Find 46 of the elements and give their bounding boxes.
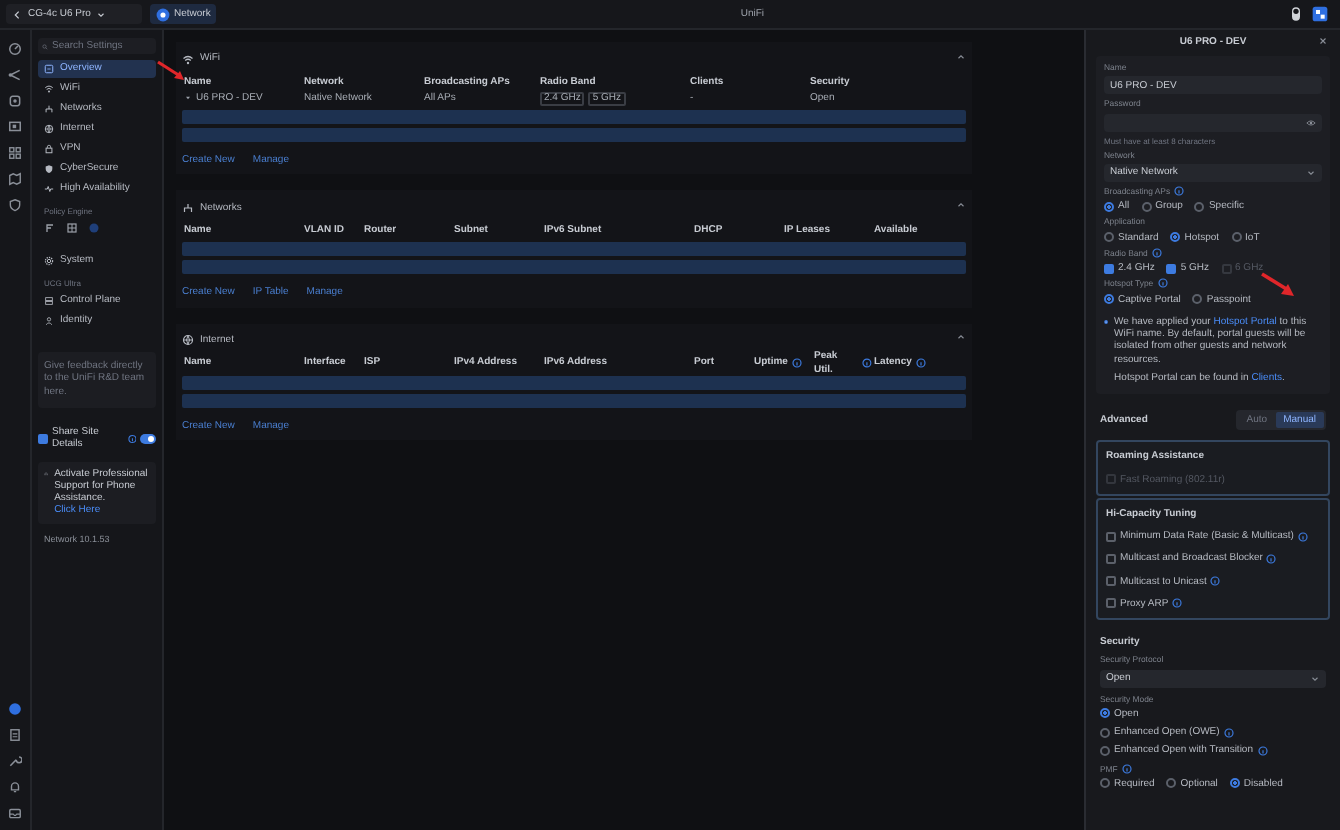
wifi-icon (44, 84, 54, 94)
share-checkbox[interactable] (38, 433, 48, 444)
dashboard-icon (44, 64, 54, 74)
person-icon (44, 316, 54, 326)
chevron-down-icon (96, 9, 107, 19)
wrench-icon[interactable] (8, 754, 22, 768)
chevron-up-icon[interactable] (956, 51, 966, 62)
bell-icon[interactable] (8, 780, 22, 794)
globe-icon (44, 124, 54, 134)
annotation-arrow (1260, 272, 1296, 300)
caret-down-icon[interactable] (184, 94, 192, 102)
annotation-arrow (156, 60, 188, 84)
eye-icon (1306, 117, 1316, 127)
gear-icon (44, 256, 54, 266)
globe-icon (182, 334, 194, 346)
circle-icon[interactable] (8, 702, 22, 716)
shield-icon[interactable] (8, 198, 22, 212)
inbox-icon[interactable] (8, 806, 22, 820)
chevron-down-icon (1306, 167, 1316, 178)
map-icon[interactable] (8, 172, 22, 186)
table-icon[interactable] (66, 222, 78, 234)
chevron-up-icon[interactable] (956, 332, 966, 343)
info-icon (127, 433, 136, 444)
chevron-left-icon (12, 9, 22, 19)
password-field[interactable] (1104, 113, 1322, 131)
lock-icon (44, 144, 54, 154)
gauge-icon[interactable] (8, 42, 22, 56)
network-icon (182, 201, 194, 214)
network-icon (44, 104, 54, 114)
shield-icon (44, 164, 54, 174)
close-icon[interactable] (1318, 35, 1328, 46)
toggle-icon[interactable] (1288, 6, 1304, 22)
chevron-down-icon (1310, 673, 1320, 683)
device-icon[interactable] (8, 94, 22, 108)
wifi-icon (182, 53, 194, 65)
server-icon (44, 296, 54, 306)
topology-icon[interactable] (8, 68, 22, 82)
app-logo-icon (156, 7, 170, 21)
share-toggle[interactable] (140, 433, 156, 444)
pulse-icon (44, 184, 54, 194)
apps-icon[interactable] (1312, 6, 1328, 22)
chevron-up-icon[interactable] (956, 200, 966, 211)
document-icon[interactable] (8, 728, 22, 742)
search-icon (42, 41, 48, 51)
monitor-icon[interactable] (8, 120, 22, 134)
grid-icon[interactable] (8, 146, 22, 160)
